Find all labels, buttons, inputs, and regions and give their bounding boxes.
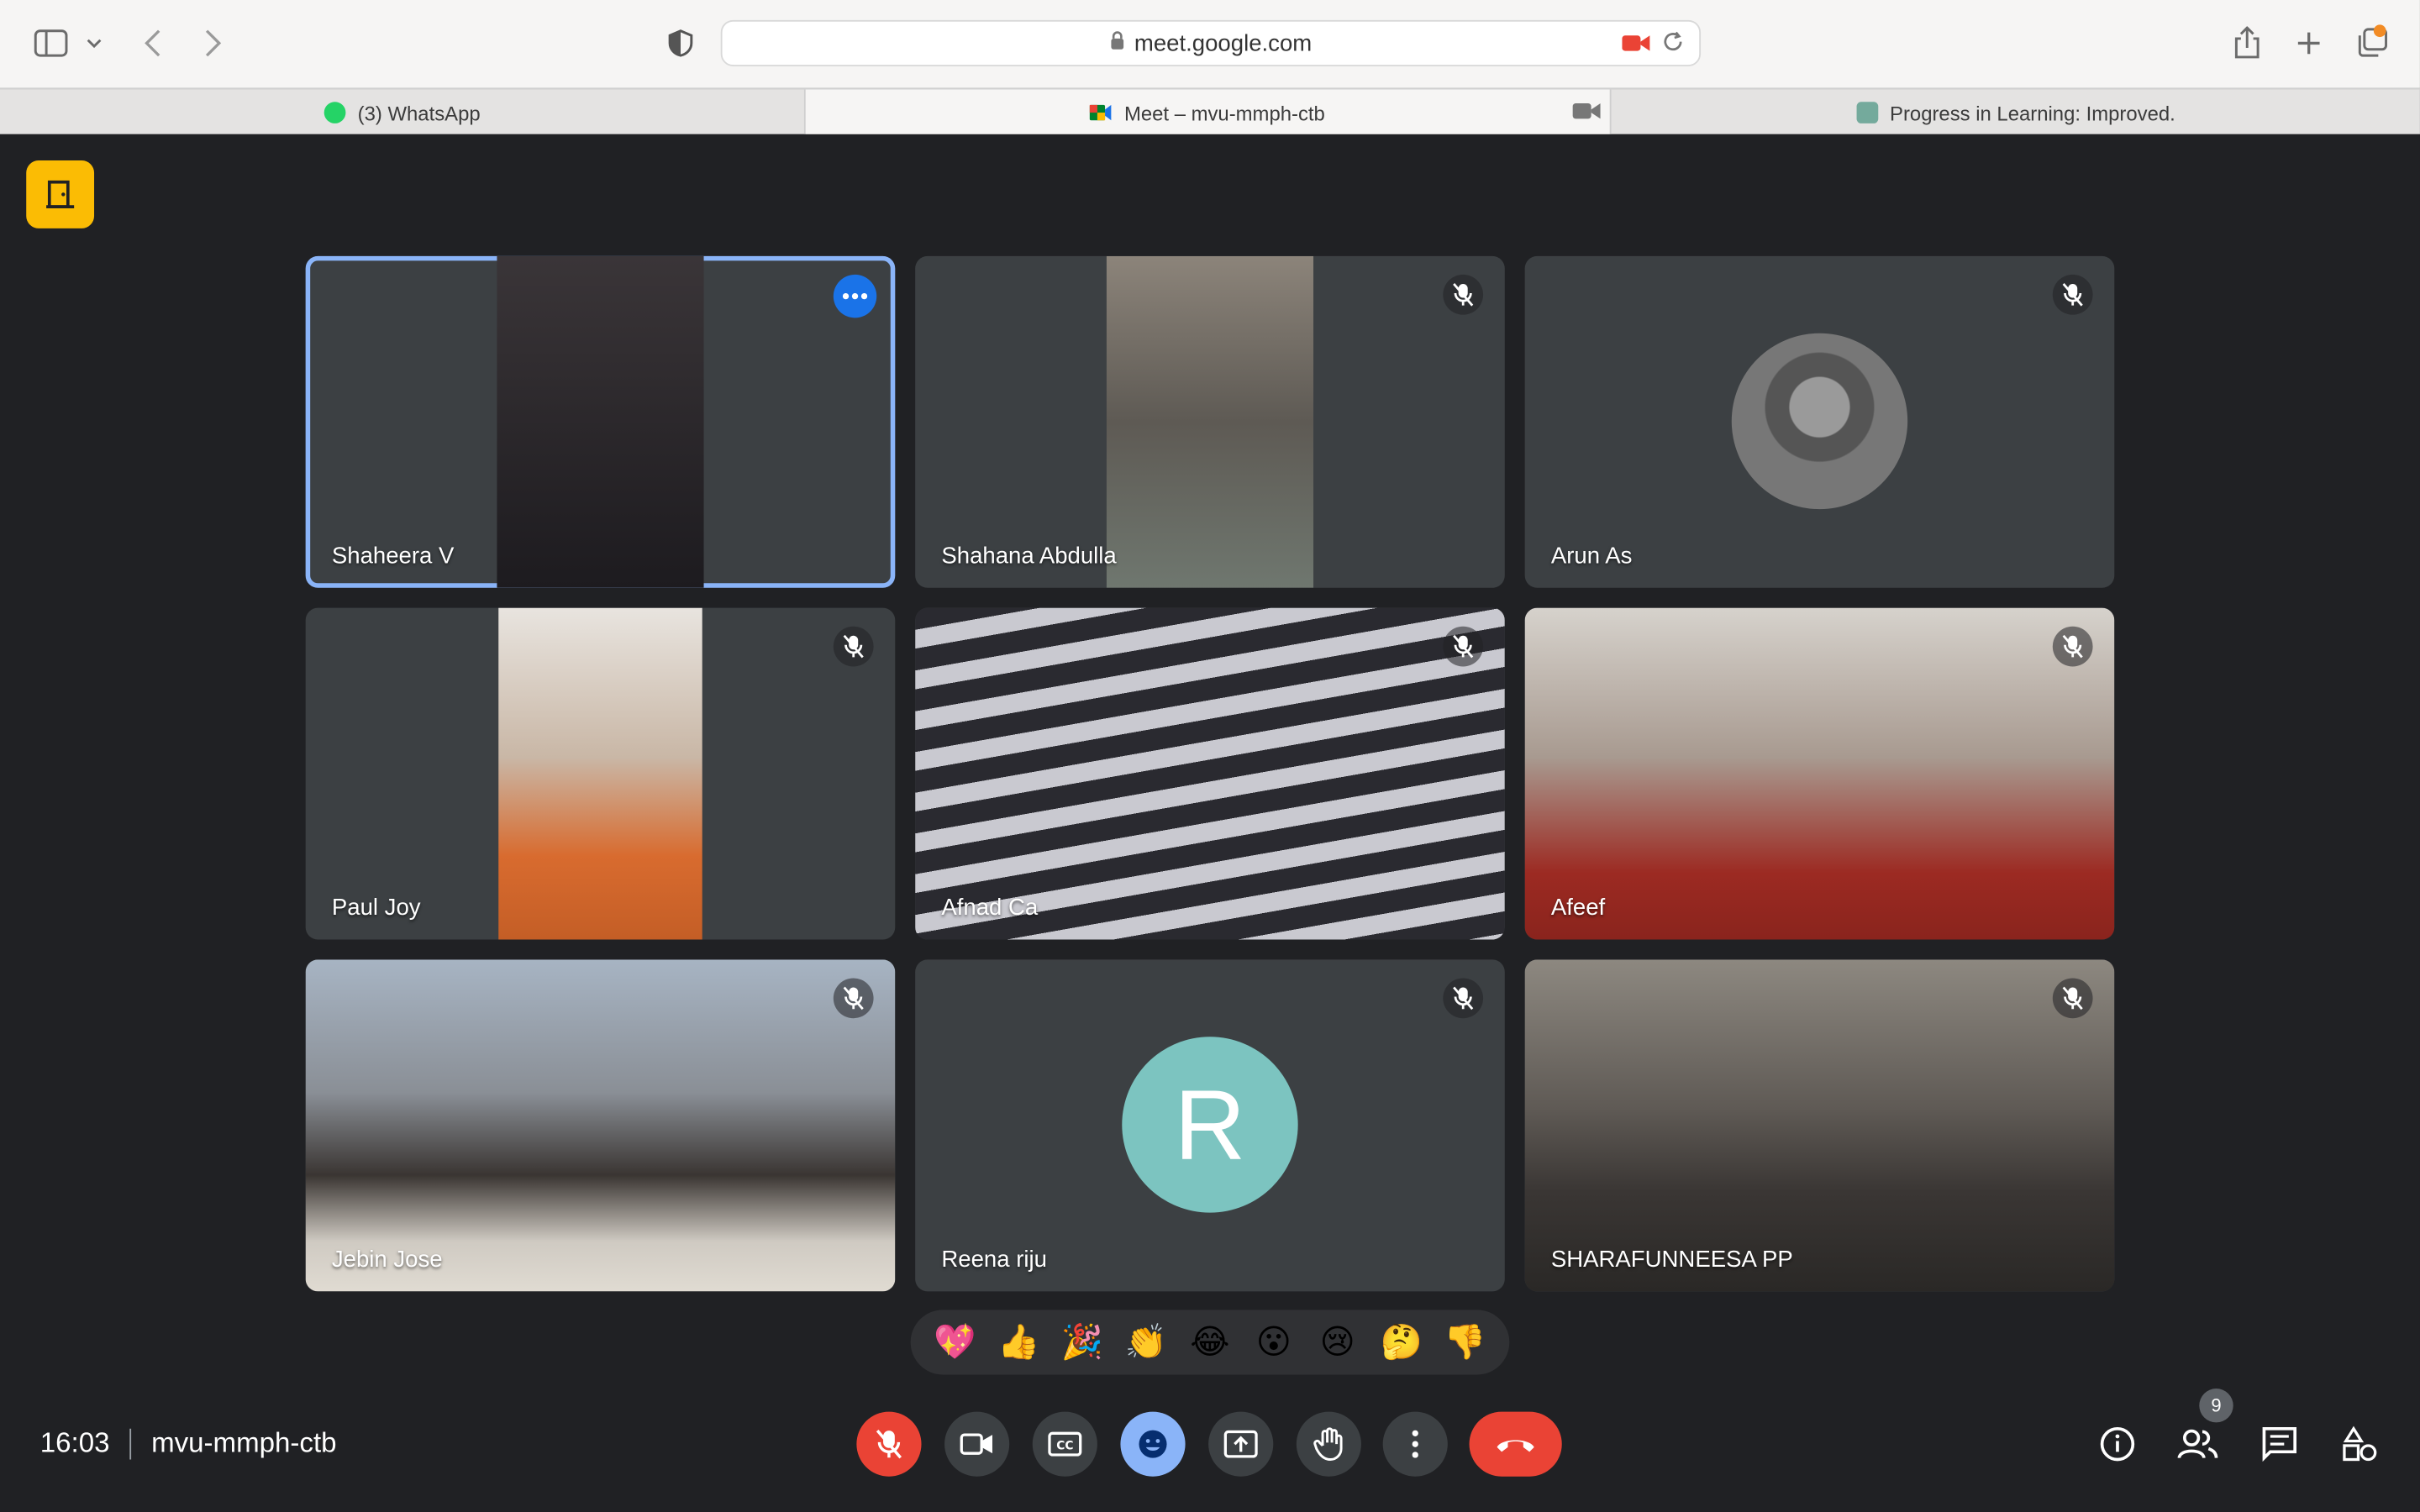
forward-icon[interactable]	[194, 24, 231, 61]
reaction-surprised[interactable]: 😮	[1246, 1315, 1302, 1370]
meeting-details-icon[interactable]	[2094, 1421, 2140, 1467]
participant-avatar	[1731, 333, 1908, 510]
participant-count-badge: 9	[2199, 1389, 2233, 1423]
tab-camera-icon[interactable]	[1572, 102, 1601, 125]
mic-muted-icon	[833, 978, 874, 1019]
activities-icon[interactable]	[2337, 1421, 2383, 1467]
camera-in-use-icon[interactable]	[1622, 32, 1650, 58]
tab-meet[interactable]: Meet – mvu-mmph-ctb	[805, 89, 1612, 136]
new-tab-icon[interactable]	[2291, 24, 2328, 61]
chevron-down-icon[interactable]	[81, 24, 108, 61]
mic-muted-icon	[1443, 978, 1484, 1019]
participant-tile[interactable]: Afeef	[1524, 607, 2115, 940]
people-icon[interactable]	[2175, 1421, 2221, 1467]
participant-name: Reena riju	[941, 1247, 1047, 1273]
participant-tile[interactable]: Shaheera V	[305, 255, 896, 588]
participant-video	[497, 255, 704, 588]
camera-button[interactable]	[944, 1411, 1010, 1477]
leave-door-button[interactable]	[26, 160, 95, 228]
participant-name: Afnad Ca	[941, 895, 1039, 921]
google-meet-icon	[1090, 102, 1113, 123]
meet-stage: Shaheera V Shahana Abdulla Arun As Paul …	[0, 134, 2420, 1512]
participant-name: Shaheera V	[331, 543, 455, 570]
participant-tile[interactable]: Afnad Ca	[915, 607, 1505, 940]
mic-muted-icon	[833, 626, 874, 667]
sidebar-toggle-icon[interactable]	[33, 24, 70, 61]
participant-tile[interactable]: Arun As	[1524, 255, 2115, 588]
participant-tile[interactable]: R Reena riju	[915, 959, 1505, 1292]
microphone-button[interactable]	[856, 1411, 922, 1477]
meeting-time: 16:03	[39, 1426, 110, 1458]
captions-button[interactable]: CC	[1032, 1411, 1097, 1477]
leave-call-button[interactable]	[1469, 1411, 1562, 1477]
participant-name: Shahana Abdulla	[941, 543, 1117, 570]
lock-icon	[1110, 30, 1125, 56]
page: meet.google.com (3) WhatsApp Meet – mvu-…	[0, 0, 2420, 1512]
participant-video	[305, 959, 896, 1292]
address-bar[interactable]: meet.google.com	[720, 19, 1702, 66]
tab-overview-icon[interactable]	[2354, 24, 2391, 61]
reaction-joy[interactable]: 😂	[1182, 1315, 1238, 1370]
share-icon[interactable]	[2228, 24, 2265, 61]
reaction-sparkling-heart[interactable]: 💖	[927, 1315, 982, 1370]
svg-text:CC: CC	[1056, 1440, 1073, 1453]
back-icon[interactable]	[134, 24, 171, 61]
participant-video	[498, 607, 702, 940]
participant-tile[interactable]: Paul Joy	[305, 607, 896, 940]
mic-muted-icon	[2052, 274, 2093, 315]
reaction-party-popper[interactable]: 🎉	[1055, 1315, 1110, 1370]
tab-strip: (3) WhatsApp Meet – mvu-mmph-ctb Progres…	[0, 87, 2420, 136]
reaction-clapping[interactable]: 👏	[1118, 1315, 1174, 1370]
mic-muted-icon	[2052, 978, 2093, 1019]
present-screen-button[interactable]	[1208, 1411, 1274, 1477]
tab-label: Progress in Learning: Improved.	[1890, 101, 2175, 124]
browser-toolbar: meet.google.com	[0, 0, 2420, 88]
privacy-shield-icon[interactable]	[662, 24, 699, 61]
participant-tile[interactable]: SHARAFUNNEESA PP	[1524, 959, 2115, 1292]
participant-name: Paul Joy	[331, 895, 421, 921]
mic-muted-icon	[2052, 626, 2093, 667]
meeting-info: 16:03 mvu-mmph-ctb	[40, 1427, 337, 1460]
participant-video	[915, 607, 1505, 940]
chat-icon[interactable]	[2256, 1421, 2302, 1467]
participant-name: Afeef	[1550, 895, 1606, 921]
reload-icon[interactable]	[1662, 31, 1684, 59]
raise-hand-button[interactable]	[1296, 1411, 1361, 1477]
url-text: meet.google.com	[1134, 29, 1313, 57]
notification-dot	[2373, 24, 2386, 38]
mic-muted-icon	[1443, 626, 1484, 667]
participant-tile[interactable]: Shahana Abdulla	[915, 255, 1505, 588]
tab-label: (3) WhatsApp	[357, 101, 481, 124]
mic-muted-icon	[1443, 274, 1484, 315]
more-options-button[interactable]	[833, 274, 877, 318]
participant-avatar: R	[1122, 1037, 1298, 1213]
reaction-thumbs-up[interactable]: 👍	[991, 1315, 1046, 1370]
whatsapp-icon	[324, 102, 345, 123]
reaction-crying[interactable]: 😢	[1310, 1315, 1365, 1370]
emoji-reactions-button[interactable]	[1120, 1411, 1186, 1477]
participant-name: SHARAFUNNEESA PP	[1550, 1247, 1793, 1273]
participant-name: Jebin Jose	[331, 1247, 443, 1273]
participant-video	[1106, 255, 1314, 588]
participant-video	[1524, 607, 2115, 940]
participant-tile[interactable]: Jebin Jose	[305, 959, 896, 1292]
participant-video	[1524, 959, 2115, 1292]
meeting-code: mvu-mmph-ctb	[151, 1426, 337, 1458]
tab-label: Meet – mvu-mmph-ctb	[1123, 101, 1325, 124]
tab-chatgpt[interactable]: Progress in Learning: Improved.	[1612, 90, 2420, 136]
chatgpt-icon	[1855, 102, 1878, 123]
more-options-button[interactable]	[1382, 1411, 1448, 1477]
divider	[129, 1427, 132, 1459]
reaction-thinking[interactable]: 🤔	[1374, 1315, 1429, 1370]
reaction-thumbs-down[interactable]: 👎	[1437, 1315, 1492, 1370]
tab-whatsapp[interactable]: (3) WhatsApp	[0, 89, 806, 136]
reaction-bar: 💖 👍 🎉 👏 😂 😮 😢 🤔 👎	[910, 1310, 1510, 1375]
participant-name: Arun As	[1550, 543, 1633, 570]
